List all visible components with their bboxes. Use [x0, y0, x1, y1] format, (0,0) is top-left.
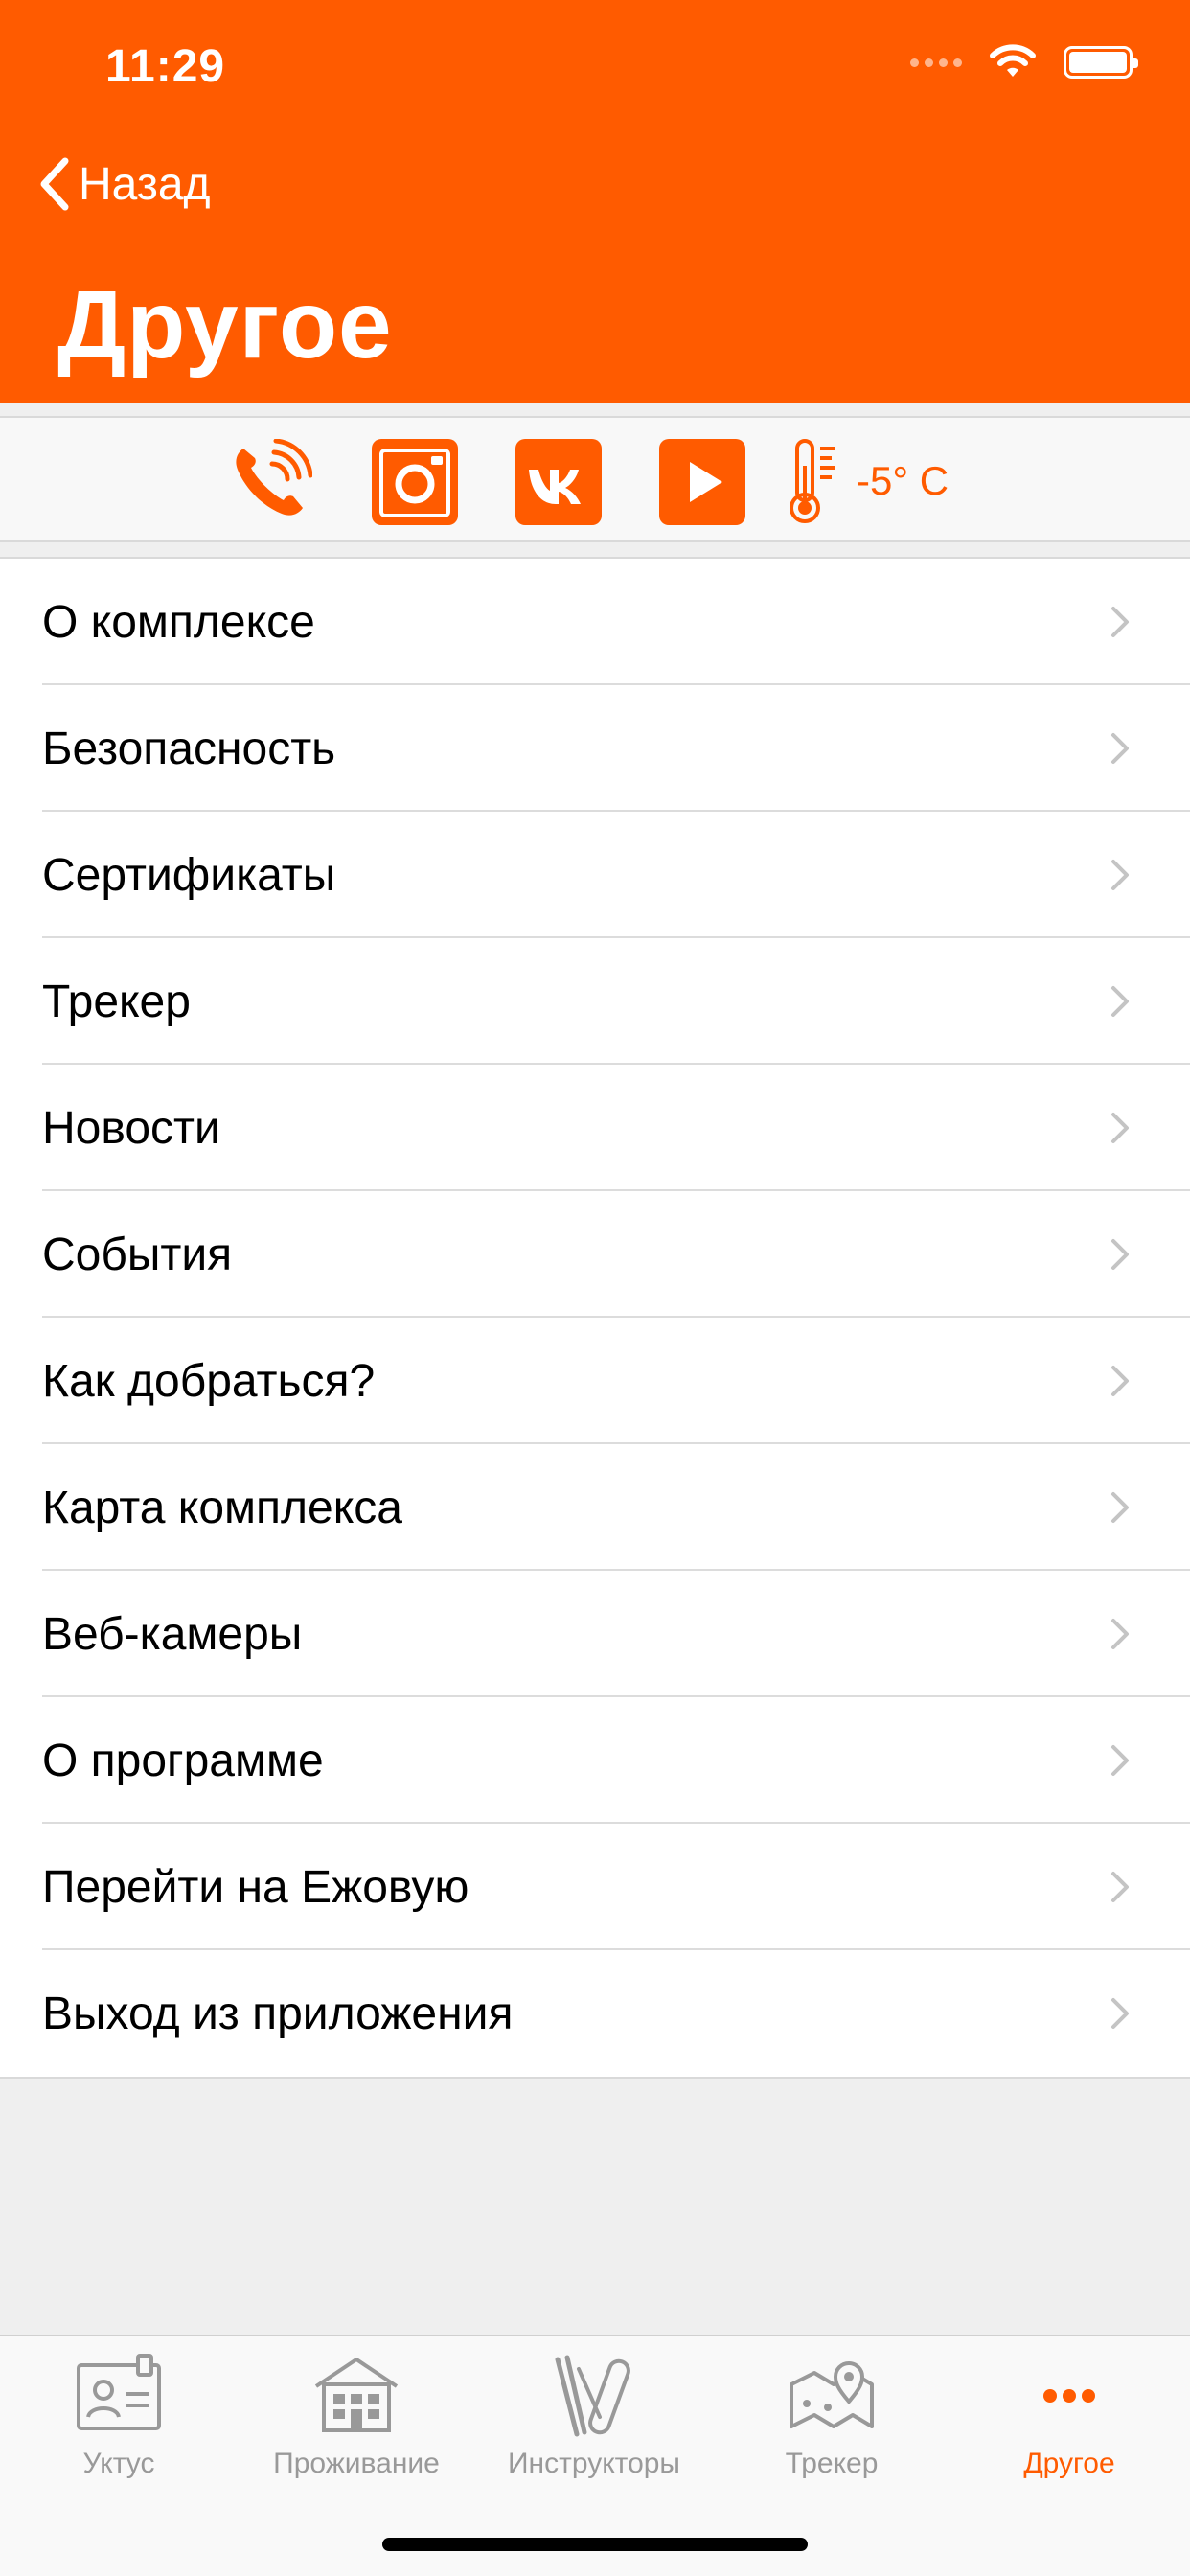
menu-item-label: Безопасность: [42, 723, 336, 774]
menu-item-safety[interactable]: Безопасность: [0, 685, 1190, 812]
chevron-right-icon: [1111, 1239, 1129, 1270]
tab-tracker[interactable]: Трекер: [713, 2350, 950, 2494]
chevron-left-icon: [40, 157, 69, 211]
menu-item-label: Сертификаты: [42, 849, 336, 901]
chevron-right-icon: [1111, 1113, 1129, 1143]
menu-item-label: О комплексе: [42, 596, 315, 648]
nav-header: 11:29 Назад Другое: [0, 0, 1190, 402]
menu-item-tracker[interactable]: Трекер: [0, 938, 1190, 1065]
tab-bar: Уктус Проживание Инструкторы Трекер Друг…: [0, 2334, 1190, 2576]
status-time: 11:29: [105, 41, 226, 92]
weather-widget[interactable]: -5° C: [788, 437, 949, 525]
back-button[interactable]: Назад: [36, 155, 211, 213]
menu-item-switch-ezhovaya[interactable]: Перейти на Ежовую: [0, 1824, 1190, 1950]
tab-instructors[interactable]: Инструкторы: [475, 2350, 713, 2494]
menu-item-complex-map[interactable]: Карта комплекса: [0, 1444, 1190, 1571]
menu-item-label: Карта комплекса: [42, 1482, 402, 1533]
menu-item-label: События: [42, 1229, 233, 1280]
menu-item-label: Как добраться?: [42, 1355, 376, 1407]
tab-label: Уктус: [82, 2448, 155, 2479]
menu-item-label: Новости: [42, 1102, 220, 1154]
menu-list: О комплексе Безопасность Сертификаты Тре…: [0, 557, 1190, 2079]
menu-item-about-app[interactable]: О программе: [0, 1697, 1190, 1824]
vk-icon[interactable]: [515, 439, 602, 525]
chevron-right-icon: [1111, 860, 1129, 890]
menu-item-about-complex[interactable]: О комплексе: [0, 559, 1190, 685]
tab-uktus[interactable]: Уктус: [0, 2350, 238, 2494]
tab-label: Трекер: [785, 2448, 879, 2479]
chevron-right-icon: [1111, 1745, 1129, 1776]
menu-item-label: Перейти на Ежовую: [42, 1861, 469, 1913]
chevron-right-icon: [1111, 1492, 1129, 1523]
more-dots-icon: [1043, 2389, 1095, 2403]
status-icons: [910, 44, 1138, 80]
thermometer-icon: [790, 439, 835, 523]
tab-label: Другое: [1023, 2448, 1115, 2479]
menu-item-news[interactable]: Новости: [0, 1065, 1190, 1191]
menu-item-label: Веб-камеры: [42, 1608, 303, 1660]
menu-item-webcams[interactable]: Веб-камеры: [0, 1571, 1190, 1697]
id-card-icon: [77, 2354, 161, 2430]
menu-item-label: Выход из приложения: [42, 1988, 514, 2039]
menu-item-certificates[interactable]: Сертификаты: [0, 812, 1190, 938]
temperature-value: -5° C: [857, 458, 950, 503]
chevron-right-icon: [1111, 986, 1129, 1017]
quick-actions-bar: -5° C: [0, 416, 1190, 542]
ski-icon: [555, 2355, 630, 2437]
tab-other[interactable]: Другое: [950, 2350, 1188, 2494]
home-indicator: [382, 2538, 808, 2551]
back-label: Назад: [79, 158, 211, 210]
menu-item-label: Трекер: [42, 976, 191, 1027]
chevron-right-icon: [1111, 1366, 1129, 1396]
chevron-right-icon: [1111, 1619, 1129, 1649]
phone-icon[interactable]: [226, 439, 312, 525]
map-pin-icon: [790, 2361, 874, 2428]
tab-accommodation[interactable]: Проживание: [238, 2350, 475, 2494]
youtube-play-icon[interactable]: [659, 439, 745, 525]
menu-item-label: О программе: [42, 1735, 324, 1786]
chevron-right-icon: [1111, 607, 1129, 637]
chevron-right-icon: [1111, 1872, 1129, 1902]
house-icon: [314, 2358, 399, 2432]
battery-icon: [1064, 46, 1138, 79]
menu-item-directions[interactable]: Как добраться?: [0, 1318, 1190, 1444]
tab-label: Инструкторы: [507, 2448, 680, 2479]
chevron-right-icon: [1111, 733, 1129, 764]
chevron-right-icon: [1111, 1998, 1129, 2029]
page-title: Другое: [57, 271, 393, 379]
menu-item-exit-app[interactable]: Выход из приложения: [0, 1950, 1190, 2077]
wifi-icon: [990, 44, 1036, 77]
tab-label: Проживание: [273, 2448, 440, 2479]
signal-icon: [910, 58, 962, 67]
instagram-icon[interactable]: [372, 439, 458, 525]
menu-item-events[interactable]: События: [0, 1191, 1190, 1318]
